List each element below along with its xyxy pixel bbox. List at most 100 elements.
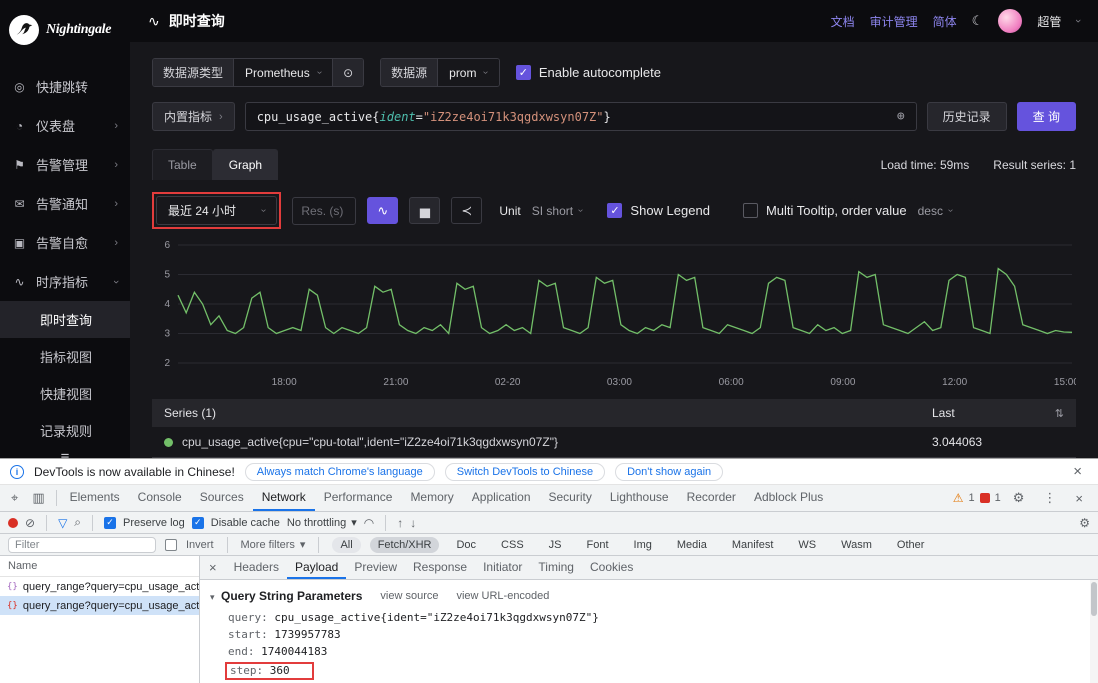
dont-show-again-button[interactable]: Don't show again [615, 463, 723, 481]
details-close-icon[interactable]: × [200, 560, 226, 575]
filter-chip-js[interactable]: JS [541, 537, 570, 553]
filter-chip-manifest[interactable]: Manifest [724, 537, 782, 553]
stacked-chart-mode-button[interactable]: ▅ [409, 197, 440, 224]
legend-row[interactable]: cpu_usage_active{cpu="cpu-total",ident="… [152, 427, 1076, 458]
logo[interactable]: Nightingale [0, 0, 130, 67]
sidebar-item-metric-views[interactable]: 指标视图 [0, 338, 130, 375]
tab-cookies[interactable]: Cookies [582, 557, 641, 579]
sidebar-item-quick-views[interactable]: 快捷视图 [0, 375, 130, 412]
tab-timing[interactable]: Timing [530, 557, 582, 579]
filter-chip-all[interactable]: All [332, 537, 360, 553]
tab-sources[interactable]: Sources [191, 486, 253, 511]
audit-link[interactable]: 审计管理 [870, 13, 918, 30]
tab-response[interactable]: Response [405, 557, 475, 579]
request-row[interactable]: {} query_range?query=cpu_usage_activ... [0, 577, 199, 596]
sidebar-item-timeseries[interactable]: ∿ 时序指标 › [0, 262, 130, 301]
network-conditions-icon[interactable]: ◠ [364, 516, 374, 530]
tab-application[interactable]: Application [463, 486, 540, 511]
time-shift-button[interactable]: ⊙ [332, 59, 363, 86]
search-icon[interactable]: ⌕ [74, 515, 81, 530]
sidebar-item-dashboards[interactable]: ◔ 仪表盘 › [0, 106, 130, 145]
more-filters-select[interactable]: More filters ▾ [241, 538, 306, 551]
sidebar-item-alert-management[interactable]: ⚑ 告警管理 › [0, 145, 130, 184]
filter-chip-ws[interactable]: WS [790, 537, 824, 553]
tab-security[interactable]: Security [540, 486, 601, 511]
tab-payload[interactable]: Payload [287, 557, 346, 579]
sidebar-item-quick-jump[interactable]: ◎ 快捷跳转 [0, 67, 130, 106]
view-urlencoded-link[interactable]: view URL-encoded [456, 590, 549, 602]
share-button[interactable]: ≺ [451, 197, 482, 224]
filter-chip-font[interactable]: Font [579, 537, 617, 553]
banner-close-icon[interactable]: × [1067, 463, 1088, 480]
scrollbar-thumb[interactable] [1091, 582, 1097, 616]
docs-link[interactable]: 文档 [831, 13, 855, 30]
show-legend-checkbox[interactable]: ✓ [607, 203, 622, 218]
filter-chip-img[interactable]: Img [626, 537, 660, 553]
multi-tooltip-checkbox-row[interactable]: Multi Tooltip, order value [743, 203, 907, 218]
clear-icon[interactable]: ⊘ [25, 516, 35, 530]
autocomplete-checkbox-row[interactable]: ✓ Enable autocomplete [516, 65, 661, 80]
error-icon[interactable] [980, 493, 990, 503]
inspect-element-icon[interactable]: ⌖ [4, 490, 25, 506]
autocomplete-checkbox[interactable]: ✓ [516, 65, 531, 80]
datasource-type-select[interactable]: Prometheus › [234, 59, 332, 86]
kebab-menu-icon[interactable]: ⋮ [1036, 490, 1063, 506]
history-button[interactable]: 历史记录 [927, 102, 1007, 131]
throttling-select[interactable]: No throttling ▾ [287, 516, 357, 529]
filter-input[interactable] [8, 537, 156, 553]
tab-headers[interactable]: Headers [226, 557, 287, 579]
match-language-button[interactable]: Always match Chrome's language [245, 463, 435, 481]
warning-icon[interactable]: ⚠ [953, 491, 964, 505]
export-har-icon[interactable]: ↓ [410, 516, 416, 530]
preserve-log-label[interactable]: Preserve log [123, 517, 185, 529]
filter-chip-media[interactable]: Media [669, 537, 715, 553]
promql-input[interactable]: cpu_usage_active{ident="iZ2ze4oi71k3qgdx… [245, 102, 917, 131]
avatar[interactable] [998, 9, 1022, 33]
tab-preview[interactable]: Preview [346, 557, 405, 579]
tab-network[interactable]: Network [253, 486, 315, 511]
resolution-input[interactable] [292, 197, 356, 225]
filter-chip-doc[interactable]: Doc [448, 537, 484, 553]
preserve-log-checkbox[interactable]: ✓ [104, 517, 116, 529]
unit-select[interactable]: SI short › [532, 204, 583, 218]
datasource-select[interactable]: prom › [438, 59, 499, 86]
device-toolbar-icon[interactable]: ▥ [25, 490, 51, 506]
query-button[interactable]: 查 询 [1017, 102, 1076, 131]
globe-icon[interactable]: ⊕ [897, 109, 905, 124]
invert-checkbox[interactable] [165, 539, 177, 551]
name-column-header[interactable]: Name [0, 556, 199, 577]
tab-recorder[interactable]: Recorder [678, 486, 745, 511]
line-chart-mode-button[interactable]: ∿ [367, 197, 398, 224]
disable-cache-label[interactable]: Disable cache [211, 517, 280, 529]
network-settings-gear-icon[interactable]: ⚙ [1079, 516, 1090, 530]
tab-console[interactable]: Console [129, 486, 191, 511]
import-har-icon[interactable]: ↑ [397, 516, 403, 530]
last-column-header[interactable]: Last [932, 406, 955, 420]
disable-cache-checkbox[interactable]: ✓ [192, 517, 204, 529]
filter-chip-wasm[interactable]: Wasm [833, 537, 880, 553]
sort-icon[interactable]: ⇅ [1055, 407, 1064, 420]
user-menu[interactable]: 超管 [1037, 13, 1061, 30]
tab-table[interactable]: Table [152, 149, 213, 180]
tab-performance[interactable]: Performance [315, 486, 402, 511]
tab-adblock-plus[interactable]: Adblock Plus [745, 486, 832, 511]
settings-gear-icon[interactable]: ⚙ [1006, 490, 1032, 506]
invert-label[interactable]: Invert [186, 539, 214, 551]
tab-graph[interactable]: Graph [213, 149, 278, 180]
collapse-section-toggle[interactable]: ▾ Query String Parameters [210, 587, 362, 605]
theme-toggle-moon-icon[interactable]: ☾ [972, 13, 984, 29]
sidebar-item-alert-notification[interactable]: ✉ 告警通知 › [0, 184, 130, 223]
scrollbar[interactable] [1090, 580, 1098, 683]
devtools-close-icon[interactable]: × [1068, 491, 1090, 506]
filter-funnel-icon[interactable]: ▽ [58, 516, 67, 530]
tab-memory[interactable]: Memory [401, 486, 462, 511]
sidebar-item-recording-rules[interactable]: 记录规则 [0, 412, 130, 449]
time-range-select[interactable]: 最近 24 小时 › [156, 196, 277, 225]
filter-chip-css[interactable]: CSS [493, 537, 532, 553]
sidebar-item-alert-selfheal[interactable]: ▣ 告警自愈 › [0, 223, 130, 262]
tab-elements[interactable]: Elements [61, 486, 129, 511]
tab-lighthouse[interactable]: Lighthouse [601, 486, 678, 511]
language-link[interactable]: 简体 [933, 13, 957, 30]
show-legend-checkbox-row[interactable]: ✓ Show Legend [607, 203, 710, 218]
builtin-metrics-button[interactable]: 内置指标 › [152, 102, 235, 131]
